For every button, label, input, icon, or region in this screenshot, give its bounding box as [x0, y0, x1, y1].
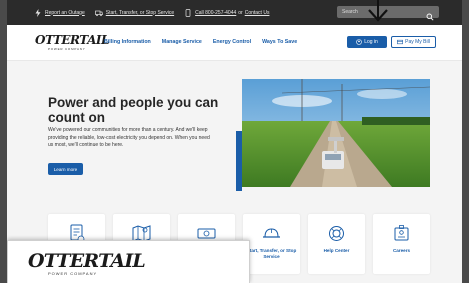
quick-link-card-careers[interactable]: Careers [373, 214, 430, 274]
lifebuoy-icon [326, 223, 347, 244]
login-button[interactable]: Log in [347, 36, 387, 48]
truck-icon [94, 9, 103, 17]
start-transfer-stop-link[interactable]: Start, Transfer, or Stop Service [94, 9, 174, 17]
quick-link-card-start-transfer-stop[interactable]: Start, Transfer, or Stop Service [243, 214, 300, 274]
hero-image [242, 79, 430, 187]
hero-section: Power and people you can count on We've … [7, 61, 462, 196]
primary-nav: Billing Information Manage Service Energ… [104, 39, 308, 45]
main-navigation: OTTERTAIL POWER COMPANY Billing Informat… [7, 25, 462, 61]
logo-popup: OTTERTAIL POWER COMPANY [7, 240, 250, 283]
nav-ways-to-save[interactable]: Ways To Save [262, 39, 297, 45]
or-text: or [238, 9, 243, 16]
contact-item: Call 800-257-4044 or Contact Us [184, 8, 270, 17]
card-icon [397, 39, 404, 45]
user-icon [356, 39, 362, 45]
contact-us-link[interactable]: Contact Us [245, 10, 270, 16]
otter-tail-logo[interactable]: OTTERTAIL POWER COMPANY [35, 34, 109, 56]
quick-link-card-help-center[interactable]: Help Center [308, 214, 365, 274]
search-icon[interactable] [426, 8, 434, 21]
phone-icon [184, 8, 192, 17]
utility-bar: Report an Outage Start, Transfer, or Sto… [7, 0, 462, 25]
pay-bill-button[interactable]: Pay My Bill [391, 36, 436, 48]
learn-more-button[interactable]: Learn more [48, 163, 83, 175]
lightning-icon [34, 8, 42, 17]
nav-manage-service[interactable]: Manage Service [162, 39, 202, 45]
nav-energy-control[interactable]: Energy Control [213, 39, 251, 45]
id-badge-icon [391, 223, 412, 244]
hero-title: Power and people you can count on [48, 95, 219, 125]
popup-logo: OTTERTAIL POWER COMPANY [28, 250, 146, 277]
report-outage-link[interactable]: Report an Outage [34, 8, 85, 17]
hero-description: We've powered our communities for more t… [48, 127, 210, 148]
page: Report an Outage Start, Transfer, or Sto… [7, 0, 462, 283]
down-arrow-icon [368, 0, 388, 22]
phone-link[interactable]: Call 800-257-4044 [195, 10, 236, 16]
hard-hat-icon [261, 223, 282, 244]
nav-billing-information[interactable]: Billing Information [104, 39, 151, 45]
